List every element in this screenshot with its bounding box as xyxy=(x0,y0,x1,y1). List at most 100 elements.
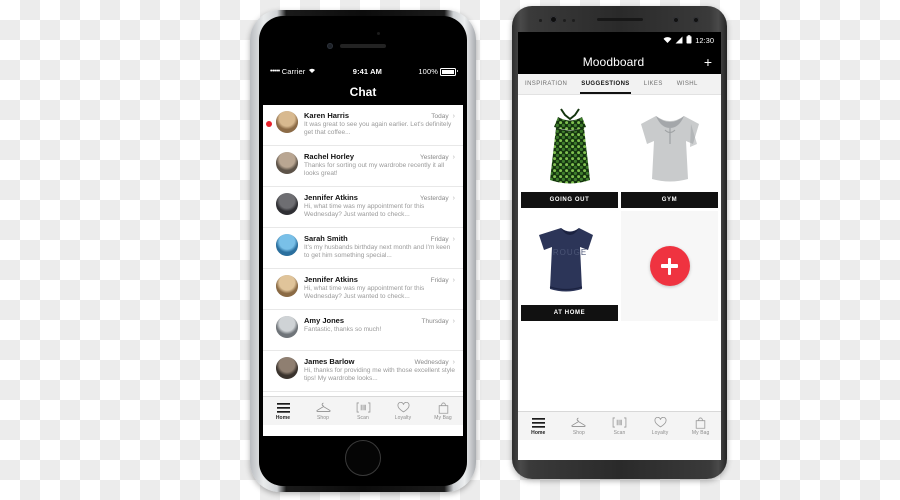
chat-content: Jennifer Atkins Friday › Hi, what time was … xyxy=(304,275,455,301)
avatar xyxy=(276,193,298,215)
chevron-right-icon: › xyxy=(452,277,455,284)
moodboard-tab-likes[interactable]: LIKES xyxy=(637,74,670,94)
chevron-right-icon: › xyxy=(452,113,455,120)
scene: ••••• Carrier 9:41 AM 100% Chat Karen Ha… xyxy=(0,0,900,500)
ios-tab-loyalty[interactable]: Loyalty xyxy=(383,401,423,421)
moodboard-tab-inspiration[interactable]: INSPIRATION xyxy=(518,74,574,94)
clothes-hanger-icon xyxy=(571,416,586,429)
chat-content: Jennifer Atkins Yesterday › Hi, what time w… xyxy=(304,193,455,219)
moodboard-card[interactable]: ROUGE AT HOME xyxy=(521,211,618,321)
add-moodboard-card-cell[interactable] xyxy=(621,211,718,321)
android-tab-loyalty[interactable]: Loyalty xyxy=(640,416,681,436)
chat-header: Rachel Horley Yesterday › xyxy=(304,152,455,161)
tab-label: Scan xyxy=(357,415,369,421)
hamburger-menu-icon xyxy=(276,401,290,414)
message-preview: Hi, what time was my appointment for thi… xyxy=(304,285,425,301)
iphone-device: ••••• Carrier 9:41 AM 100% Chat Karen Ha… xyxy=(250,10,476,492)
moodboard-tab-suggestions[interactable]: SUGGESTIONS xyxy=(574,74,636,94)
chat-list-item[interactable]: Sarah Smith Friday › It's my husbands birth… xyxy=(263,228,463,269)
moodboard-grid: GOING OUT GYM ROUGE AT HOME xyxy=(518,95,721,411)
card-thumbnail xyxy=(521,98,618,192)
chat-list-item[interactable]: Jennifer Atkins Yesterday › Hi, what time w… xyxy=(263,187,463,228)
tab-label: My Bag xyxy=(434,415,452,421)
android-tab-shop[interactable]: Shop xyxy=(559,416,600,436)
card-caption: AT HOME xyxy=(521,305,618,321)
android-app-bar: Moodboard + xyxy=(518,49,721,74)
battery-icon xyxy=(686,35,692,46)
chat-list-item[interactable]: Jennifer Atkins Friday › Hi, what time was … xyxy=(263,269,463,310)
ios-tab-bar[interactable]: Home Shop Scan Loyalty My Bag xyxy=(263,396,463,425)
wifi-icon xyxy=(308,67,316,76)
barcode-scan-icon xyxy=(356,401,371,414)
contact-name: Sarah Smith xyxy=(304,234,348,243)
chat-list-item[interactable]: Rachel Horley Yesterday › Thanks for sortin… xyxy=(263,146,463,187)
contact-name: Rachel Horley xyxy=(304,152,355,161)
chat-header: Karen Harris Today › xyxy=(304,111,455,120)
add-button[interactable]: + xyxy=(700,55,712,69)
avatar xyxy=(276,357,298,379)
message-preview: Hi, thanks for providing me with those e… xyxy=(304,367,455,383)
ios-tab-scan[interactable]: Scan xyxy=(343,401,383,421)
chat-list-item[interactable]: Karen Harris Today › It was great to see yo… xyxy=(263,105,463,146)
chat-list-item[interactable]: James Barlow Wednesday › Hi, thanks for pro… xyxy=(263,351,463,392)
heart-icon xyxy=(397,401,410,414)
ios-nav-bar: Chat xyxy=(263,79,463,105)
message-timestamp: Yesterday xyxy=(419,195,449,202)
avatar xyxy=(276,275,298,297)
chat-content: James Barlow Wednesday › Hi, thanks for pro… xyxy=(304,357,455,383)
chat-content: Sarah Smith Friday › It's my husbands birth… xyxy=(304,234,455,260)
contact-name: Karen Harris xyxy=(304,111,350,120)
chevron-right-icon: › xyxy=(452,318,455,325)
android-status-bar: 12:30 xyxy=(518,32,721,49)
front-camera-icon xyxy=(550,16,557,23)
sensor-icon xyxy=(539,19,542,22)
sensor-icon xyxy=(693,17,699,23)
front-camera-icon xyxy=(327,43,333,49)
ios-status-bar: ••••• Carrier 9:41 AM 100% xyxy=(263,64,463,79)
chat-list[interactable]: Karen Harris Today › It was great to see yo… xyxy=(263,105,463,396)
message-timestamp: Thursday xyxy=(421,318,449,325)
moodboard-card[interactable]: GOING OUT xyxy=(521,98,618,208)
chat-header: Amy Jones Thursday › xyxy=(304,316,455,325)
page-title: Chat xyxy=(349,85,377,99)
android-top-bezel xyxy=(512,6,727,32)
avatar xyxy=(276,111,298,133)
message-timestamp: Friday xyxy=(430,236,449,243)
message-preview: It's my husbands birthday next month and… xyxy=(304,244,451,260)
battery-status: 100% xyxy=(418,67,458,76)
ios-tab-my-bag[interactable]: My Bag xyxy=(423,401,463,421)
android-tab-my-bag[interactable]: My Bag xyxy=(680,416,721,436)
moodboard-card[interactable]: GYM xyxy=(621,98,718,208)
battery-percent-label: 100% xyxy=(418,67,438,76)
android-device: 12:30 Moodboard + INSPIRATION SUGGESTIONS… xyxy=(512,6,727,479)
chat-content: Karen Harris Today › It was great to see yo… xyxy=(304,111,455,137)
carrier-label: Carrier xyxy=(281,67,306,76)
android-tab-scan[interactable]: Scan xyxy=(599,416,640,436)
ios-tab-home[interactable]: Home xyxy=(263,401,303,421)
avatar xyxy=(276,234,298,256)
contact-name: James Barlow xyxy=(304,357,355,366)
chat-list-item[interactable]: Amy Jones Thursday › Fantastic, thanks so m… xyxy=(263,310,463,351)
chevron-right-icon: › xyxy=(452,195,455,202)
barcode-scan-icon xyxy=(612,416,627,429)
chat-content: Rachel Horley Yesterday › Thanks for sortin… xyxy=(304,152,455,178)
home-button[interactable] xyxy=(345,440,381,476)
message-timestamp: Today xyxy=(431,113,449,120)
clothes-hanger-icon xyxy=(315,401,331,414)
android-tab-bar[interactable]: Home Shop Scan Loyalty My Bag xyxy=(518,411,721,440)
tab-label: Home xyxy=(531,430,546,436)
contact-name: Amy Jones xyxy=(304,316,345,325)
chat-header: James Barlow Wednesday › xyxy=(304,357,455,366)
ios-tab-shop[interactable]: Shop xyxy=(303,401,343,421)
chat-header: Sarah Smith Friday › xyxy=(304,234,455,243)
android-screen: 12:30 Moodboard + INSPIRATION SUGGESTIONS… xyxy=(518,32,721,460)
contact-name: Jennifer Atkins xyxy=(304,275,358,284)
card-caption: GYM xyxy=(621,192,718,208)
moodboard-tab-wishl[interactable]: WISHL xyxy=(670,74,705,94)
message-preview: Fantastic, thanks so much! xyxy=(304,326,382,333)
sensor-icon xyxy=(572,19,575,22)
moodboard-tab-strip[interactable]: INSPIRATION SUGGESTIONS LIKES WISHL xyxy=(518,74,721,95)
android-tab-home[interactable]: Home xyxy=(518,416,559,436)
tab-label: My Bag xyxy=(691,430,710,436)
plus-circle-icon[interactable] xyxy=(649,246,690,286)
